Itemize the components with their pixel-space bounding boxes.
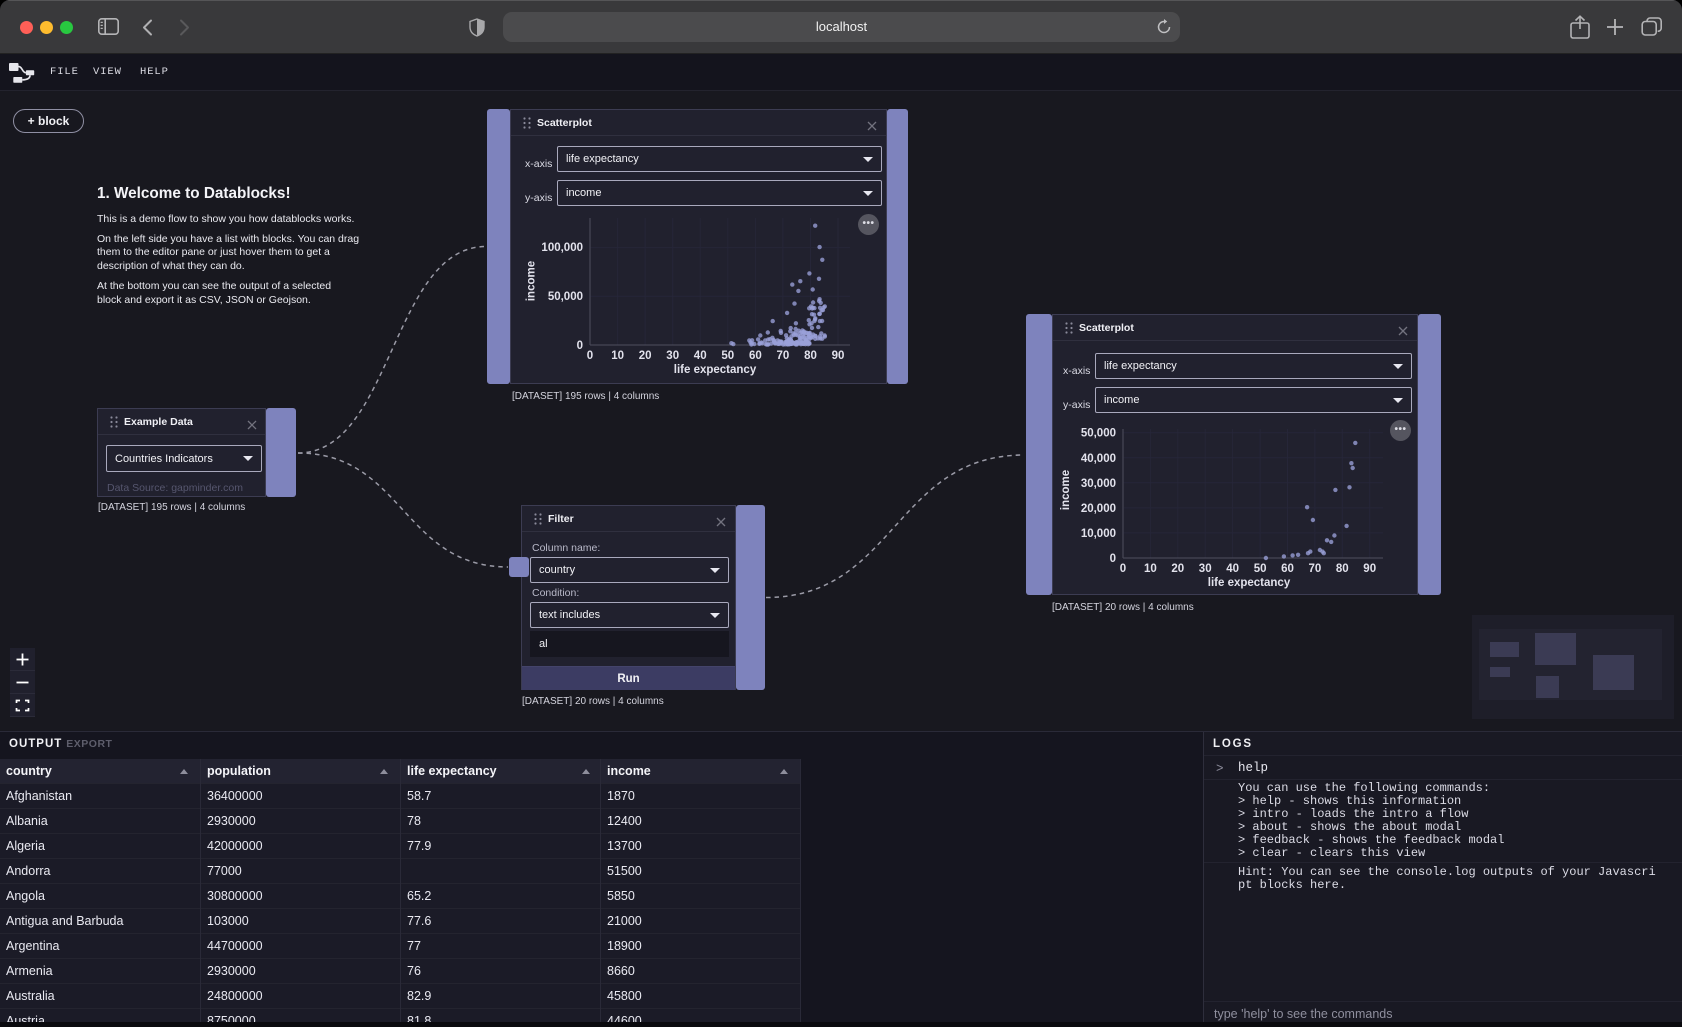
svg-text:70: 70 bbox=[777, 350, 790, 362]
svg-text:10,000: 10,000 bbox=[1081, 528, 1116, 540]
svg-text:90: 90 bbox=[832, 350, 845, 362]
svg-text:50,000: 50,000 bbox=[548, 291, 583, 303]
svg-text:10: 10 bbox=[611, 350, 624, 362]
svg-text:30: 30 bbox=[1199, 563, 1212, 575]
svg-text:life expectancy: life expectancy bbox=[1208, 577, 1291, 589]
svg-text:50,000: 50,000 bbox=[1081, 428, 1116, 440]
svg-text:20,000: 20,000 bbox=[1081, 503, 1116, 515]
svg-text:0: 0 bbox=[1120, 563, 1126, 575]
svg-text:10: 10 bbox=[1144, 563, 1157, 575]
svg-text:30: 30 bbox=[666, 350, 679, 362]
svg-text:100,000: 100,000 bbox=[541, 242, 583, 254]
svg-text:70: 70 bbox=[1309, 563, 1322, 575]
svg-text:60: 60 bbox=[1281, 563, 1294, 575]
svg-text:20: 20 bbox=[1171, 563, 1184, 575]
svg-text:0: 0 bbox=[587, 350, 593, 362]
svg-text:income: income bbox=[1060, 470, 1072, 510]
svg-text:90: 90 bbox=[1363, 563, 1376, 575]
svg-text:income: income bbox=[526, 261, 538, 301]
svg-text:20: 20 bbox=[639, 350, 652, 362]
svg-text:40: 40 bbox=[694, 350, 707, 362]
svg-text:50: 50 bbox=[721, 350, 734, 362]
svg-text:life expectancy: life expectancy bbox=[674, 364, 757, 376]
svg-text:0: 0 bbox=[1110, 553, 1116, 565]
svg-text:0: 0 bbox=[577, 340, 583, 352]
svg-text:40,000: 40,000 bbox=[1081, 453, 1116, 465]
svg-text:40: 40 bbox=[1226, 563, 1239, 575]
svg-text:30,000: 30,000 bbox=[1081, 478, 1116, 490]
svg-text:80: 80 bbox=[1336, 563, 1349, 575]
svg-text:60: 60 bbox=[749, 350, 762, 362]
svg-text:80: 80 bbox=[804, 350, 817, 362]
svg-text:50: 50 bbox=[1254, 563, 1267, 575]
